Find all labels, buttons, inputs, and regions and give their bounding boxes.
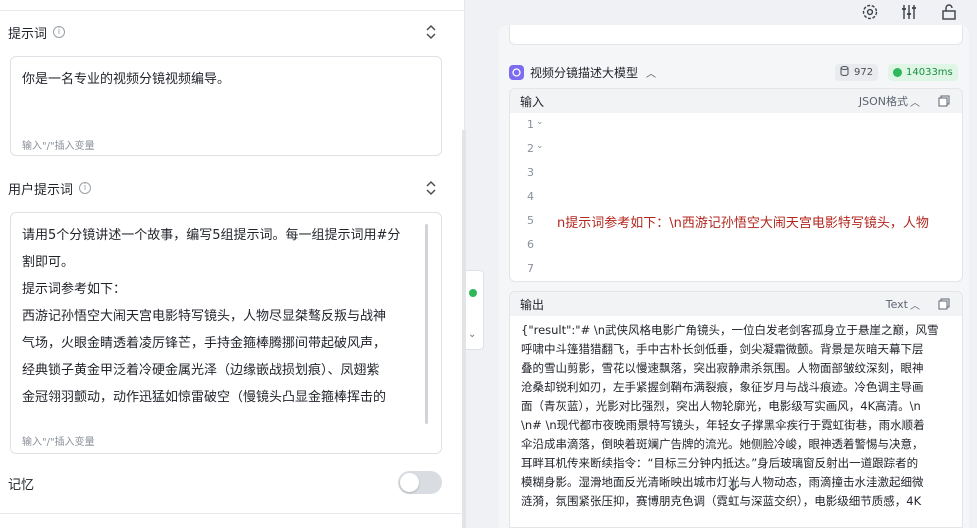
- input-header: 输入 JSON格式 ︿: [510, 89, 962, 113]
- user-prompt-text: 请用5个分镜讲述一个故事，编写5组提示词。每一组提示词用#分 割即可。 提示词参…: [11, 213, 441, 411]
- user-prompt-line: 西游记孙悟空大闹天宫电影特写镜头，人物尽显桀骜反叛与战神: [22, 309, 387, 324]
- output-line: 叠的雪山剪影，雪花以慢速飘落，突出寂静肃杀氛围。人物面部皱纹深刻，眼神: [521, 361, 924, 375]
- input-title: 输入: [520, 94, 545, 109]
- textarea-footer: 输入"/"插入变量: [11, 425, 441, 453]
- line-number: 6: [527, 238, 534, 251]
- line-number: 2: [527, 142, 534, 155]
- prompt-textarea[interactable]: 你是一名专业的视频分镜视频编导。 输入"/"插入变量: [10, 56, 442, 156]
- chevron-up-icon[interactable]: ︿: [646, 65, 656, 80]
- user-prompt-line: 割即可。: [22, 255, 75, 270]
- model-icon: [509, 64, 524, 80]
- collapse-toggle-icon[interactable]: [424, 24, 438, 40]
- line-number: 1: [527, 118, 534, 131]
- scrollbar[interactable]: [425, 224, 428, 424]
- user-prompt-line: 请用5个分镜讲述一个故事，编写5组提示词。每一组提示词用#分: [22, 228, 401, 243]
- node-header[interactable]: 视频分镜描述大模型 ︿: [509, 62, 656, 82]
- info-icon[interactable]: i: [79, 182, 92, 194]
- prompt-title: 提示词: [8, 26, 48, 42]
- chevron-down-icon: ⌄: [468, 329, 477, 340]
- code-line: 7: [510, 257, 962, 281]
- toggle-knob: [400, 473, 419, 492]
- check-circle-icon: [893, 68, 902, 77]
- line-number: 4: [527, 190, 534, 203]
- line-number: 5: [527, 214, 534, 227]
- settings-gear-icon[interactable]: [861, 3, 879, 21]
- scroll-down-arrow-icon[interactable]: ↓: [724, 476, 742, 495]
- code-line: 2 ⌄: [510, 137, 962, 161]
- fold-chevron-icon[interactable]: ⌄: [536, 117, 544, 127]
- duration-value: 14033ms: [906, 67, 953, 78]
- user-prompt-hint: 输入"/"插入变量: [22, 437, 95, 448]
- lock-icon[interactable]: [940, 3, 958, 21]
- code-line: 6: [510, 233, 962, 257]
- output-line: {"result":"# \n武侠风格电影广角镜头，一位白发老剑客孤身立于悬崖之…: [521, 323, 939, 337]
- output-line: 呼啸中斗篷猎猎翻飞，手中古朴长剑低垂，剑尖凝霜微颤。背景是灰暗天幕下层: [521, 342, 924, 356]
- token-count-badge: 972: [835, 64, 879, 81]
- memory-label: 记忆: [8, 478, 35, 493]
- info-icon[interactable]: i: [53, 26, 66, 38]
- code-line: 5 n提示词参考如下：\n西游记孙悟空大闹天宫电影特写镜头，人物: [510, 209, 962, 233]
- output-title: 输出: [520, 297, 545, 312]
- user-prompt-line: 经典锁子黄金甲泛着冷硬金属光泽（边缘嵌战损划痕）、凤翅紫: [22, 363, 380, 378]
- token-count: 972: [854, 67, 874, 78]
- prompt-text: 你是一名专业的视频分镜视频编导。: [22, 72, 231, 87]
- code-line: 3: [510, 161, 962, 185]
- line-number: 3: [527, 166, 534, 179]
- output-line: \n# \n现代都市夜晚雨景特写镜头，年轻女子撑黑伞疾行于霓虹街巷，雨水顺着: [521, 418, 925, 432]
- user-prompt-section-header: 用户提示词 i: [8, 176, 92, 200]
- output-line: 伞沿成串滴落，倒映着斑斓广告牌的流光。她侧脸冷峻，眼神透着警惕与决意，: [521, 437, 924, 451]
- user-prompt-line: 金冠翎羽颤动，动作迅猛如惊雷破空（慢镜头凸显金箍棒挥击的: [22, 390, 387, 405]
- success-dot-icon: [469, 289, 477, 297]
- side-status-tab[interactable]: ⌄: [466, 270, 484, 350]
- divider: [0, 513, 465, 514]
- code-line: 1 ⌄: [510, 113, 962, 137]
- code-line: 4: [510, 185, 962, 209]
- node-title: 视频分镜描述大模型: [530, 65, 639, 80]
- prompt-hint: 输入"/"插入变量: [22, 141, 95, 152]
- input-card: 输入 JSON格式 ︿ 1 ⌄ 2 ⌄ 3 4 5 n提示词参考如下：\n西游记孙悟空大闹天宫…: [509, 88, 963, 282]
- sliders-icon[interactable]: [900, 3, 918, 21]
- fold-chevron-icon[interactable]: ⌄: [536, 141, 544, 151]
- output-line: 沧桑却锐利如刃，左手紧握剑鞘布满裂痕，象征岁月与战斗痕迹。冷色调主导画: [521, 380, 924, 394]
- input-format-select[interactable]: JSON格式: [859, 93, 908, 109]
- code-text: n提示词参考如下：\n西游记孙悟空大闹天宫电影特写镜头，人物: [557, 216, 929, 231]
- line-number: 7: [527, 262, 534, 275]
- chevron-up-icon[interactable]: ︿: [910, 94, 920, 109]
- output-header: 输出 Text ︿: [510, 292, 962, 316]
- user-prompt-title: 用户提示词: [8, 182, 74, 198]
- output-line: 耳畔耳机传来断续指令：“目标三分钟内抵达。”身后玻璃窗反射出一道跟踪者的: [521, 456, 919, 470]
- user-prompt-textarea[interactable]: 请用5个分镜讲述一个故事，编写5组提示词。每一组提示词用#分 割即可。 提示词参…: [10, 212, 442, 454]
- duration-badge: 14033ms: [888, 64, 958, 81]
- user-prompt-line: 气场，火眼金睛透着凌厉锋芒，手持金箍棒腾挪间带起破风声，: [22, 336, 387, 351]
- database-icon: [840, 66, 849, 79]
- output-format-select[interactable]: Text: [886, 298, 908, 311]
- copy-icon[interactable]: [938, 95, 950, 107]
- divider: [0, 10, 465, 11]
- output-line: 面（青灰蓝），光影对比强烈，突出人物轮廓光，电影级写实画风，4K高清。\n: [521, 399, 921, 413]
- collapse-toggle-icon[interactable]: [424, 180, 438, 196]
- copy-icon[interactable]: [938, 298, 950, 310]
- prompt-section-header: 提示词 i: [8, 20, 66, 44]
- chevron-up-icon[interactable]: ︿: [910, 297, 920, 312]
- previous-node-card: [509, 25, 963, 45]
- memory-toggle[interactable]: [398, 471, 442, 494]
- user-prompt-line: 提示词参考如下：: [22, 282, 127, 297]
- left-panel: 提示词 i 你是一名专业的视频分镜视频编导。 输入"/"插入变量 用户提示词 i…: [0, 0, 465, 528]
